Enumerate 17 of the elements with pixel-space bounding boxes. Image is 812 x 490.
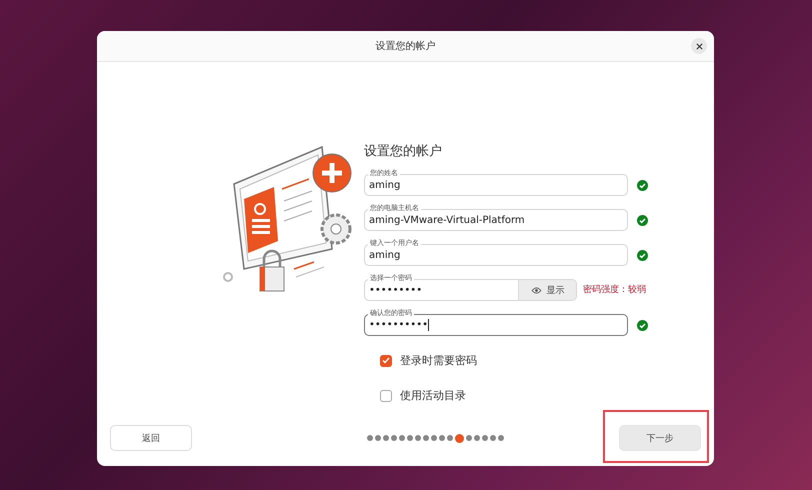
check-icon bbox=[637, 180, 648, 191]
form-heading: 设置您的帐户 bbox=[364, 143, 442, 160]
checkbox-label: 使用活动目录 bbox=[400, 388, 466, 403]
check-icon bbox=[637, 215, 648, 226]
eye-icon bbox=[530, 286, 542, 294]
checkbox[interactable] bbox=[380, 390, 392, 402]
check-icon bbox=[637, 320, 648, 331]
window-title: 设置您的帐户 bbox=[376, 40, 436, 53]
show-password-button[interactable]: 显示 bbox=[518, 280, 576, 300]
next-button[interactable]: 下一步 bbox=[619, 425, 701, 451]
close-button[interactable] bbox=[691, 38, 707, 54]
back-button[interactable]: 返回 bbox=[110, 425, 192, 451]
check-icon bbox=[637, 250, 648, 261]
close-icon bbox=[696, 42, 702, 50]
checkbox[interactable] bbox=[380, 354, 392, 366]
checkbox-label: 登录时需要密码 bbox=[400, 353, 477, 368]
password-strength: 密码强度：较弱 bbox=[583, 284, 646, 296]
